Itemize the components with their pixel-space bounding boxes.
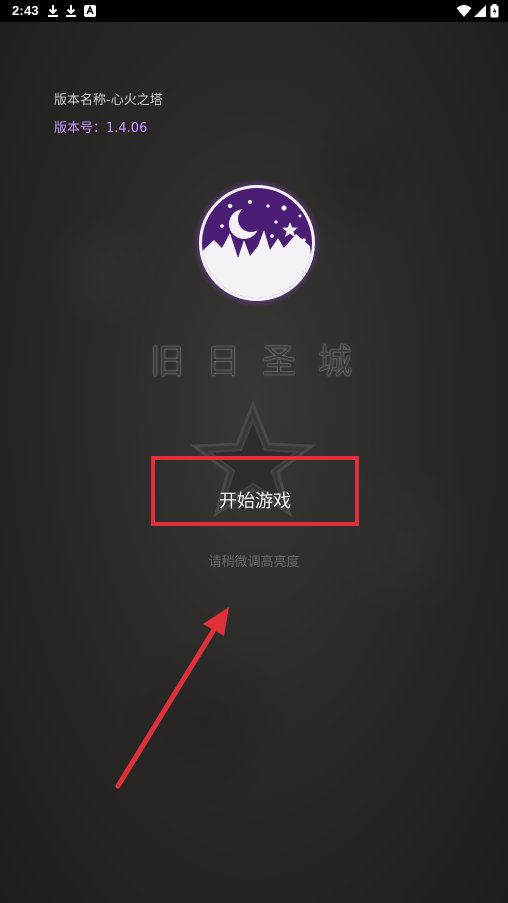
- download-icon: [46, 4, 60, 18]
- version-name-label: 版本名称-心火之塔: [54, 93, 163, 108]
- game-logo-moon-icon: [192, 178, 322, 308]
- version-code-label: 版本号：1.4.06: [54, 121, 148, 136]
- app-notification-icon: [83, 4, 97, 18]
- status-bar: 2:43: [0, 0, 508, 22]
- start-game-button[interactable]: 开始游戏: [155, 460, 355, 522]
- game-launch-screen: 2:43 版本名称-心火之塔 版本号：1.4.06 旧日圣城 开始游戏 请稍微调…: [0, 0, 508, 903]
- signal-icon: [474, 4, 488, 18]
- brightness-hint: 请稍微调高亮度: [208, 555, 300, 570]
- status-time: 2:43: [12, 3, 39, 18]
- wifi-icon: [456, 4, 472, 18]
- battery-icon: [490, 4, 499, 18]
- game-title: 旧日圣城: [150, 342, 374, 382]
- download-icon: [64, 4, 78, 18]
